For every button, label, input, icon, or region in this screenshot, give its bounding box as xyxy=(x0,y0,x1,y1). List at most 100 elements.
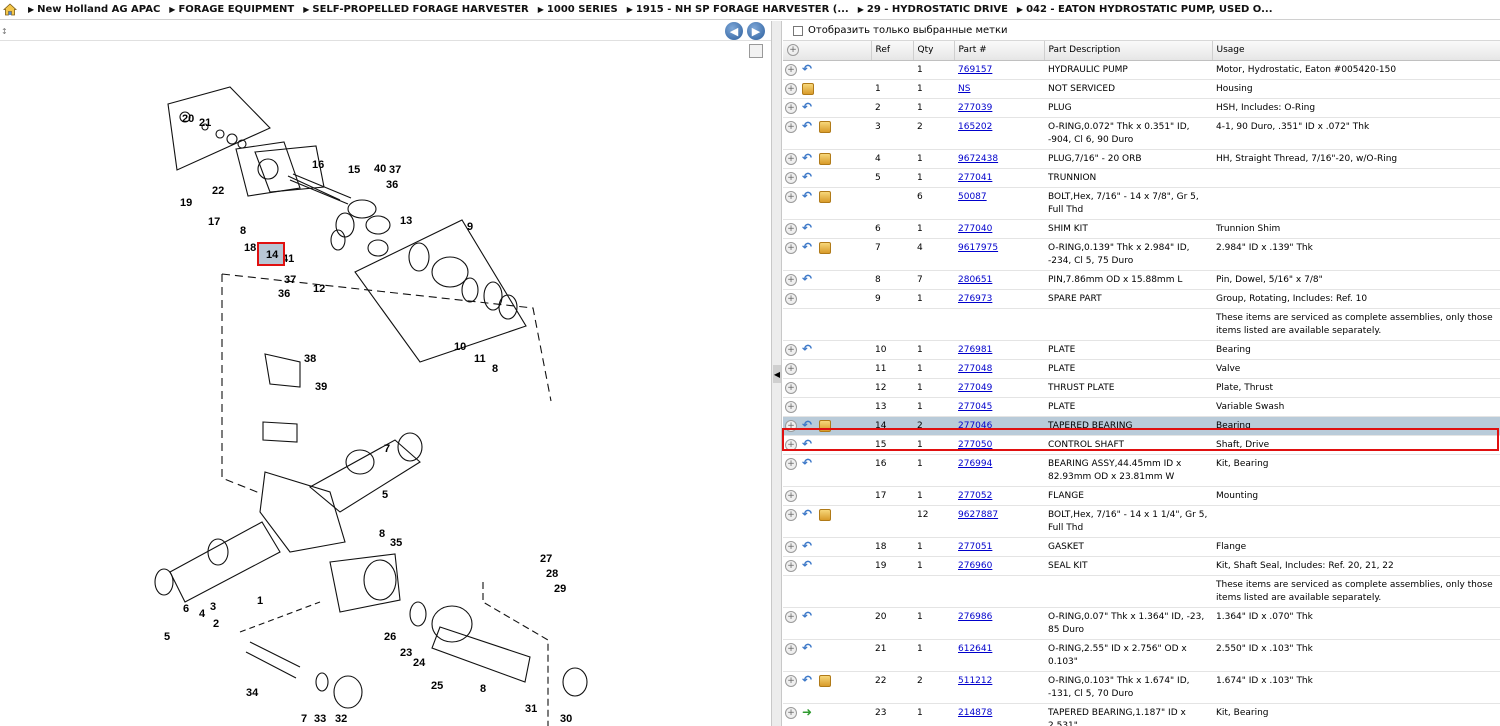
callout-label[interactable]: 25 xyxy=(431,680,443,692)
add-to-cart-icon[interactable]: ↶ xyxy=(802,241,814,254)
package-icon[interactable] xyxy=(819,241,831,254)
table-row[interactable]: + ↶ 6 50087 BOLT,Hex, 7/16" - 14 x 7/8", Gr … xyxy=(783,187,1500,220)
table-row[interactable]: + ↶ 6 1 277040 SHIM KIT Trunnion Shim xyxy=(783,219,1500,239)
callout-label[interactable]: 7 xyxy=(384,443,390,455)
callout-label[interactable]: 3 xyxy=(210,601,216,613)
callout-label[interactable]: 38 xyxy=(304,353,316,365)
part-number-link[interactable]: 276981 xyxy=(958,345,992,355)
callout-label[interactable]: 27 xyxy=(540,553,552,565)
part-number-link[interactable]: 165202 xyxy=(958,122,992,132)
table-row[interactable]: + ↶ 3 2 165202 O-RING,0.072" Thk x 0.351" ID,… xyxy=(783,117,1500,150)
part-number-link[interactable]: 277039 xyxy=(958,103,992,113)
part-number-link[interactable]: 214878 xyxy=(958,708,992,718)
add-to-cart-icon[interactable]: ↶ xyxy=(802,222,814,235)
breadcrumb-item[interactable]: ▶ FORAGE EQUIPMENT xyxy=(169,4,294,15)
callout-label[interactable]: 8 xyxy=(240,225,246,237)
breadcrumb-item[interactable]: ▶ 042 - EATON HYDROSTATIC PUMP, USED O... xyxy=(1017,4,1273,15)
add-to-cart-icon[interactable]: ↶ xyxy=(802,273,814,286)
replacement-arrow-icon[interactable]: ➜ xyxy=(802,706,814,719)
expand-row-icon[interactable]: + xyxy=(785,273,797,286)
package-icon[interactable] xyxy=(819,508,831,521)
expand-row-icon[interactable]: + xyxy=(785,559,797,572)
table-row[interactable]: + ↶ 15 1 277050 CONTROL SHAFT Shaft, Drive xyxy=(783,435,1500,455)
part-number-link[interactable]: 9627887 xyxy=(958,510,998,520)
table-row[interactable]: + ↶ 7 4 9617975 O-RING,0.139" Thk x 2.984" ID… xyxy=(783,238,1500,271)
table-row[interactable]: These items are serviced as complete ass… xyxy=(783,575,1500,608)
col-ref[interactable]: Ref xyxy=(871,41,914,61)
package-icon[interactable] xyxy=(819,419,831,432)
table-row[interactable]: +13 1 277045 PLATE Variable Swash xyxy=(783,397,1500,417)
part-number-link[interactable]: 276994 xyxy=(958,459,992,469)
col-qty[interactable]: Qty xyxy=(913,41,955,61)
part-number-link[interactable]: 50087 xyxy=(958,192,987,202)
forward-button[interactable]: ▶ xyxy=(747,22,765,40)
table-row[interactable]: +17 1 277052 FLANGE Mounting xyxy=(783,486,1500,506)
callout-label[interactable]: 28 xyxy=(546,568,558,580)
callout-label[interactable]: 26 xyxy=(384,631,396,643)
callout-label[interactable]: 39 xyxy=(315,381,327,393)
callout-label[interactable]: 10 xyxy=(454,341,466,353)
table-row[interactable]: + ➜ 23 1 214878 TAPERED BEARING,1.187" ID x 2… xyxy=(783,703,1500,726)
breadcrumb-item[interactable]: ▶ New Holland AG APAC xyxy=(28,4,160,15)
callout-label[interactable]: 8 xyxy=(492,363,498,375)
part-number-link[interactable]: 277052 xyxy=(958,491,992,501)
expand-row-icon[interactable]: + xyxy=(785,171,797,184)
breadcrumb-item[interactable]: ▶ 1915 - NH SP FORAGE HARVESTER (... xyxy=(627,4,849,15)
callout-label[interactable]: 34 xyxy=(246,687,259,699)
add-to-cart-icon[interactable]: ↶ xyxy=(802,457,814,470)
package-icon[interactable] xyxy=(819,152,831,165)
table-row[interactable]: + ↶ 19 1 276960 SEAL KIT Kit, Shaft Seal, Incl… xyxy=(783,556,1500,576)
add-to-cart-icon[interactable]: ↶ xyxy=(802,190,814,203)
add-to-cart-icon[interactable]: ↶ xyxy=(802,540,814,553)
expand-row-icon[interactable]: + xyxy=(785,400,797,413)
callout-label[interactable]: 18 xyxy=(244,242,256,254)
callout-label[interactable]: 22 xyxy=(212,185,224,197)
part-number-link[interactable]: 277050 xyxy=(958,440,992,450)
part-number-link[interactable]: NS xyxy=(958,84,970,94)
callout-label[interactable]: 33 xyxy=(314,713,326,725)
expand-row-icon[interactable]: + xyxy=(785,241,797,254)
table-row[interactable]: + ↶ 21 1 612641 O-RING,2.55" ID x 2.756" OD x… xyxy=(783,639,1500,672)
callout-label[interactable]: 17 xyxy=(208,216,220,228)
table-row[interactable]: +11 1 277048 PLATE Valve xyxy=(783,359,1500,379)
callout-label[interactable]: 16 xyxy=(312,159,324,171)
show-selected-checkbox[interactable] xyxy=(793,25,803,36)
expand-row-icon[interactable]: + xyxy=(785,540,797,553)
add-to-cart-icon[interactable]: ↶ xyxy=(802,438,814,451)
part-number-link[interactable]: 511212 xyxy=(958,676,992,686)
callout-label[interactable]: 20 xyxy=(182,113,194,125)
add-to-cart-icon[interactable]: ↶ xyxy=(802,63,814,76)
callout-label[interactable]: 5 xyxy=(164,631,170,643)
package-icon[interactable] xyxy=(819,190,831,203)
callout-label[interactable]: 1 xyxy=(257,595,263,607)
callout-label[interactable]: 4 xyxy=(199,608,206,620)
callout-label[interactable]: 15 xyxy=(348,164,360,176)
expand-row-icon[interactable]: + xyxy=(785,674,797,687)
expand-row-icon[interactable]: + xyxy=(785,642,797,655)
callout-label[interactable]: 24 xyxy=(413,657,426,669)
expand-row-icon[interactable]: + xyxy=(785,438,797,451)
add-to-cart-icon[interactable]: ↶ xyxy=(802,152,814,165)
expand-row-icon[interactable]: + xyxy=(785,63,797,76)
collapse-left-icon[interactable]: ◀ xyxy=(773,365,781,383)
table-row[interactable]: + ↶ 8 7 280651 PIN,7.86mm OD x 15.88mm L Pin, … xyxy=(783,270,1500,290)
table-row[interactable]: + ↶ 18 1 277051 GASKET Flange xyxy=(783,537,1500,557)
add-to-cart-icon[interactable]: ↶ xyxy=(802,610,814,623)
expand-row-icon[interactable]: + xyxy=(785,362,797,375)
callout-label[interactable]: 37 xyxy=(389,164,401,176)
expand-row-icon[interactable]: + xyxy=(785,508,797,521)
part-number-link[interactable]: 9617975 xyxy=(958,243,998,253)
add-to-cart-icon[interactable]: ↶ xyxy=(802,642,814,655)
back-button[interactable]: ◀ xyxy=(725,22,743,40)
callout-label[interactable]: 19 xyxy=(180,197,192,209)
col-description[interactable]: Part Description xyxy=(1044,41,1213,61)
callout-label[interactable]: 36 xyxy=(278,288,290,300)
callout-label[interactable]: 31 xyxy=(525,703,537,715)
package-icon[interactable] xyxy=(802,82,814,95)
expand-row-icon[interactable]: + xyxy=(785,82,797,95)
expand-row-icon[interactable]: + xyxy=(785,381,797,394)
add-to-cart-icon[interactable]: ↶ xyxy=(802,343,814,356)
callout-label[interactable]: 11 xyxy=(474,353,486,365)
callout-label[interactable]: 12 xyxy=(313,283,325,295)
col-part-number[interactable]: Part # xyxy=(954,41,1045,61)
